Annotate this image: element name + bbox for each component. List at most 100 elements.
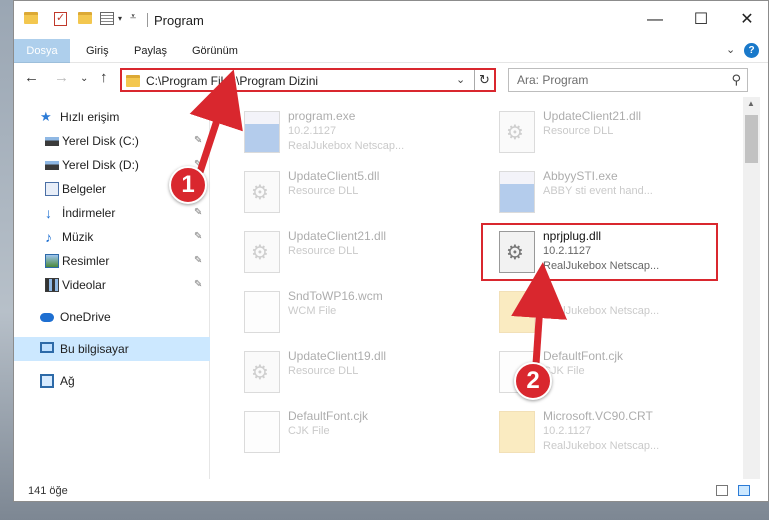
sidebar-item-label: Videolar: [62, 278, 106, 292]
exe-file-icon: [244, 111, 280, 153]
back-button[interactable]: ←: [24, 69, 39, 86]
details-view-icon[interactable]: [716, 485, 728, 496]
sidebar-item-label: Belgeler: [62, 182, 107, 196]
window-title: Program: [154, 13, 204, 28]
cjk-file-icon: [244, 411, 280, 453]
file-detail: WCM File: [288, 305, 337, 317]
sidebar-item-label: OneDrive: [60, 310, 111, 324]
scroll-thumb[interactable]: [745, 115, 758, 163]
navigation-bar: ← → ⌄ ↑ C:\Program Files\Program Dizini …: [14, 63, 768, 97]
sidebar-item-this-pc[interactable]: Bu bilgisayar: [14, 337, 210, 361]
file-item[interactable]: DefaultFont.cjk CJK File: [226, 403, 461, 463]
pictures-icon: [45, 254, 59, 268]
sidebar-item-videos[interactable]: Videolar ✎: [14, 273, 210, 297]
file-item[interactable]: UpdateClient5.dll Resource DLL: [226, 163, 461, 223]
file-item[interactable]: UpdateClient21.dll Resource DLL: [226, 223, 461, 283]
pin-icon[interactable]: ✎: [194, 249, 202, 273]
network-icon: [40, 374, 54, 388]
file-name: program.exe: [288, 109, 356, 123]
search-icon[interactable]: ⚲: [731, 72, 741, 88]
sidebar-item-music[interactable]: ♪ Müzik ✎: [14, 225, 210, 249]
vertical-scrollbar[interactable]: ▲: [743, 97, 760, 479]
file-item[interactable]: SndToWP16.wcm WCM File: [226, 283, 461, 343]
drive-icon: [45, 137, 59, 146]
ribbon-collapse-icon[interactable]: ⌄: [726, 43, 735, 56]
search-placeholder: Ara: Program: [517, 73, 589, 87]
file-item[interactable]: Microsoft.VC90.CRT 10.2.1127 RealJukebox…: [481, 403, 716, 463]
sidebar-item-label: Bu bilgisayar: [60, 342, 129, 356]
file-item[interactable]: UpdateClient19.dll Resource DLL: [226, 343, 461, 403]
file-detail: RealJukebox Netscap...: [288, 140, 405, 152]
tiles-view-icon[interactable]: [738, 485, 750, 496]
wcm-file-icon: [244, 291, 280, 333]
chevron-down-icon[interactable]: ▾: [118, 14, 122, 23]
file-list: program.exe 10.2.1127 RealJukebox Netsca…: [211, 97, 741, 479]
sidebar-item-local-disk-c[interactable]: Yerel Disk (C:) ✎: [14, 129, 210, 153]
close-button[interactable]: ✕: [724, 1, 768, 39]
search-input[interactable]: Ara: Program ⚲: [508, 68, 748, 92]
file-item[interactable]: AbbyySTI.exe ABBY sti event hand...: [481, 163, 716, 223]
pin-icon[interactable]: ✎: [194, 273, 202, 297]
minimize-button[interactable]: —: [632, 1, 678, 39]
recent-locations-icon[interactable]: ⌄: [80, 73, 88, 84]
pin-icon[interactable]: ✎: [194, 129, 202, 153]
music-icon: ♪: [45, 229, 52, 245]
navigation-pane: ★ Hızlı erişim Yerel Disk (C:) ✎ Yerel D…: [14, 97, 210, 479]
title-bar: ▾ ⩡ Program — ☐ ✕: [14, 1, 768, 39]
maximize-button[interactable]: ☐: [678, 1, 724, 39]
up-button[interactable]: ↑: [100, 69, 108, 86]
customize-toolbar-icon[interactable]: ⩡: [130, 11, 136, 24]
sidebar-item-label: Hızlı erişim: [60, 110, 120, 124]
file-detail: RealJukebox Netscap...: [543, 440, 660, 452]
file-detail: 10.2.1127: [543, 425, 592, 437]
file-name: SndToWP16.wcm: [288, 289, 383, 303]
tab-giris[interactable]: Giriş: [76, 39, 119, 63]
ribbon: Dosya Giriş Paylaş Görünüm ⌄ ?: [14, 39, 768, 99]
file-name: Microsoft.VC90.CRT: [543, 409, 653, 423]
sidebar-item-network[interactable]: Ağ: [14, 369, 210, 393]
file-name: UpdateClient21.dll: [288, 229, 387, 243]
status-bar: 141 öğe: [14, 479, 768, 501]
tab-paylas[interactable]: Paylaş: [124, 39, 177, 63]
documents-icon: [45, 182, 59, 196]
star-icon: ★: [40, 109, 52, 124]
scroll-up-icon[interactable]: ▲: [747, 99, 755, 108]
new-folder-icon[interactable]: [78, 12, 92, 24]
sidebar-item-downloads[interactable]: ↓ İndirmeler ✎: [14, 201, 210, 225]
downloads-icon: ↓: [45, 205, 52, 221]
file-item[interactable]: RealJukebox Netscap...: [481, 283, 716, 343]
annotation-badge-1: 1: [169, 166, 207, 204]
folder-icon: [24, 12, 38, 24]
file-name: UpdateClient21.dll: [543, 109, 642, 123]
address-dropdown-icon[interactable]: ⌄: [456, 73, 465, 86]
file-detail: 10.2.1127: [288, 125, 337, 137]
sidebar-item-pictures[interactable]: Resimler ✎: [14, 249, 210, 273]
pin-icon[interactable]: ✎: [194, 201, 202, 225]
pin-icon[interactable]: ✎: [194, 225, 202, 249]
address-path[interactable]: C:\Program Files\Program Dizini: [146, 74, 318, 88]
address-bar[interactable]: C:\Program Files\Program Dizini ⌄ ↻: [120, 68, 496, 92]
dll-file-icon: [244, 351, 280, 393]
videos-icon: [45, 278, 59, 292]
sidebar-item-onedrive[interactable]: OneDrive: [14, 305, 210, 329]
refresh-icon[interactable]: ↻: [474, 70, 494, 90]
address-folder-icon: [126, 75, 140, 87]
file-detail: CJK File: [288, 425, 330, 437]
help-icon[interactable]: ?: [744, 43, 759, 58]
annotation-badge-2: 2: [514, 362, 552, 400]
exe-file-icon: [499, 171, 535, 213]
properties-check-icon[interactable]: [54, 11, 67, 26]
file-detail: Resource DLL: [288, 365, 359, 377]
file-item[interactable]: UpdateClient21.dll Resource DLL: [481, 103, 716, 163]
dll-file-icon: [499, 111, 535, 153]
forward-button[interactable]: →: [54, 69, 69, 86]
tab-gorunum[interactable]: Görünüm: [182, 39, 248, 63]
view-properties-icon[interactable]: [100, 12, 114, 25]
file-item[interactable]: program.exe 10.2.1127 RealJukebox Netsca…: [226, 103, 461, 163]
sidebar-item-quick-access[interactable]: ★ Hızlı erişim: [14, 105, 210, 129]
explorer-window: ▾ ⩡ Program — ☐ ✕ Dosya Giriş Paylaş Gör…: [13, 0, 769, 502]
folder-icon: [499, 291, 535, 333]
file-name: UpdateClient5.dll: [288, 169, 380, 183]
sidebar-item-label: Müzik: [62, 230, 94, 244]
sidebar-item-label: Resimler: [62, 254, 110, 268]
